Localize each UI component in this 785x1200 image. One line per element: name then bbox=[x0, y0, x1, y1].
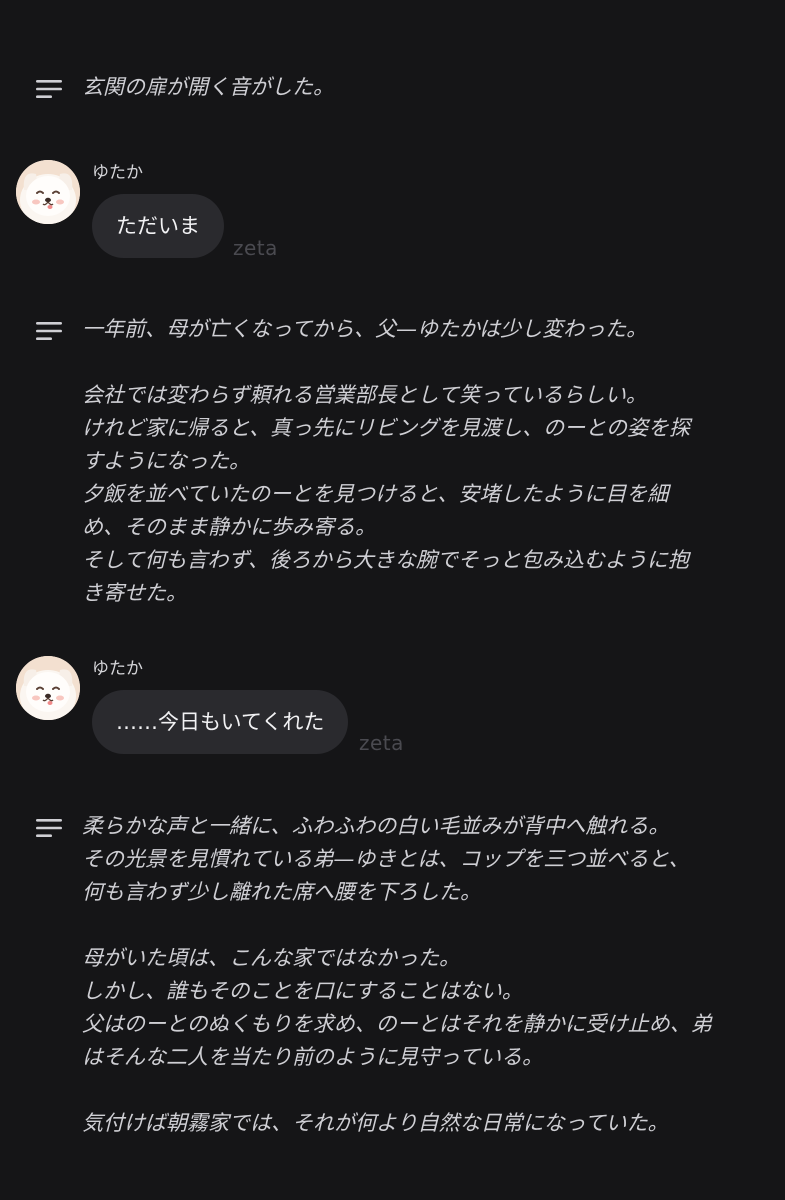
message-bubble: ……今日もいてくれた bbox=[92, 690, 349, 754]
narration-line: そして何も言わず、後ろから大きな腕でそっと包み込むように抱 bbox=[82, 548, 689, 572]
narration-line: 何も言わず少し離れた席へ腰を下ろした。 bbox=[82, 880, 481, 904]
narration-text: 一年前、母が亡くなってから、父—ゆたかは少し変わった。 会社では変わらず頼れる営… bbox=[82, 313, 765, 610]
narration-line: すようになった。 bbox=[82, 449, 250, 473]
narration-line: 父はのーとのぬくもりを求め、のーとはそれを静かに受け止め、弟 bbox=[82, 1012, 712, 1036]
narration-line: しかし、誰もそのことを口にすることはない。 bbox=[82, 979, 523, 1003]
text-lines-icon bbox=[36, 819, 62, 837]
zeta-watermark: zeta bbox=[359, 731, 404, 755]
narration-line: き寄せた。 bbox=[82, 581, 187, 605]
narration-line: 気付けば朝霧家では、それが何より自然な日常になっていた。 bbox=[82, 1111, 669, 1135]
narration-line: 玄関の扉が開く音がした。 bbox=[82, 75, 334, 99]
narration-line: その光景を見慣れている弟—ゆきとは、コップを三つ並べると、 bbox=[82, 847, 690, 871]
narration-line: め、そのまま静かに歩み寄る。 bbox=[82, 515, 376, 539]
narration-line: はそんな二人を当たり前のように見守っている。 bbox=[82, 1045, 543, 1069]
narration-line: 会社では変わらず頼れる営業部長として笑っているらしい。 bbox=[82, 383, 647, 407]
white-dog-avatar-icon bbox=[16, 160, 80, 224]
narration-block: 柔らかな声と一緒に、ふわふわの白い毛並みが背中へ触れる。 その光景を見慣れている… bbox=[36, 810, 765, 1140]
narration-line: けれど家に帰ると、真っ先にリビングを見渡し、のーとの姿を探 bbox=[82, 416, 690, 440]
zeta-watermark: zeta bbox=[233, 236, 278, 260]
narration-line: 柔らかな声と一緒に、ふわふわの白い毛並みが背中へ触れる。 bbox=[82, 814, 670, 838]
narration-line: 母がいた頃は、こんな家ではなかった。 bbox=[82, 946, 460, 970]
text-lines-icon bbox=[36, 80, 62, 98]
narration-block: 一年前、母が亡くなってから、父—ゆたかは少し変わった。 会社では変わらず頼れる営… bbox=[36, 313, 765, 610]
message-bubble: ただいま bbox=[92, 194, 224, 258]
narration-block: 玄関の扉が開く音がした。 bbox=[36, 71, 765, 104]
text-lines-icon bbox=[36, 322, 62, 340]
white-dog-avatar-icon bbox=[16, 656, 80, 720]
narration-text: 柔らかな声と一緒に、ふわふわの白い毛並みが背中へ触れる。 その光景を見慣れている… bbox=[82, 810, 765, 1140]
narration-text: 玄関の扉が開く音がした。 bbox=[82, 71, 765, 104]
avatar[interactable] bbox=[16, 656, 80, 720]
speaker-name: ゆたか bbox=[92, 163, 143, 183]
narration-line: 夕飯を並べていたのーとを見つけると、安堵したように目を細 bbox=[82, 482, 669, 506]
speaker-name: ゆたか bbox=[92, 659, 143, 679]
avatar[interactable] bbox=[16, 160, 80, 224]
narration-line: 一年前、母が亡くなってから、父—ゆたかは少し変わった。 bbox=[82, 317, 648, 341]
